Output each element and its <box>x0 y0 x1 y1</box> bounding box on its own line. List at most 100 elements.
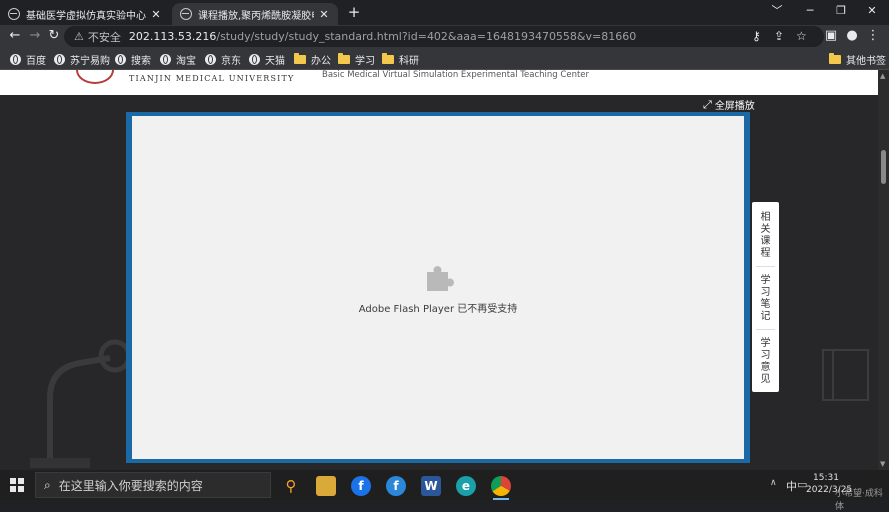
page-content: TIANJIN MEDICAL UNIVERSITY Basic Medical… <box>0 70 878 470</box>
university-logo[interactable] <box>76 70 114 84</box>
menu-icon[interactable]: ⋮ <box>864 27 882 45</box>
tab-title: 基础医学虚拟仿真实验中心-首页 <box>26 10 146 22</box>
search-icon: ⌕ <box>44 477 51 492</box>
security-label[interactable]: 不安全 <box>88 29 121 45</box>
bookmark-tmall[interactable]: 天猫 <box>249 51 285 67</box>
scroll-down-icon[interactable]: ▼ <box>880 460 885 468</box>
tray-overflow-icon[interactable]: ∧ <box>770 478 777 488</box>
windows-start-icon[interactable] <box>10 478 24 492</box>
tab-home[interactable]: 基础医学虚拟仿真实验中心-首页 ✕ <box>0 3 170 25</box>
plugin-puzzle-icon <box>427 266 454 291</box>
scroll-thumb[interactable] <box>881 150 886 184</box>
taskbar-search-box[interactable]: ⌕ 在这里输入你要搜索的内容 <box>35 472 271 498</box>
bookmark-label: 其他书签 <box>846 55 886 67</box>
book-decoration <box>822 349 869 401</box>
sidebar-icon[interactable]: ▣ <box>822 27 840 45</box>
fullscreen-icon: ⤢ <box>703 97 712 111</box>
app-icon[interactable]: f <box>386 476 406 496</box>
side-item-label: 学习意见 <box>760 338 771 385</box>
side-item-feedback[interactable]: 学习意见 <box>752 338 779 386</box>
bookmark-label: 百度 <box>26 55 46 67</box>
close-tab-icon[interactable]: ✕ <box>318 8 330 21</box>
bookmark-label: 淘宝 <box>176 55 196 67</box>
bookmark-label: 京东 <box>221 55 241 67</box>
file-explorer-icon[interactable] <box>316 476 336 496</box>
side-panel: 相关课程 学习笔记 学习意见 <box>752 202 779 392</box>
flash-player-area[interactable]: Adobe Flash Player 已不再受支持 <box>132 116 744 459</box>
search-app-icon[interactable]: ⚲ <box>281 476 301 496</box>
search-placeholder: 在这里输入你要搜索的内容 <box>58 478 203 493</box>
globe-icon <box>10 53 21 65</box>
fullscreen-button[interactable]: ⤢ 全屏播放 <box>703 97 755 113</box>
share-icon[interactable]: ⇪ <box>774 26 784 47</box>
divider <box>756 329 775 330</box>
flash-unsupported-message: Adobe Flash Player 已不再受支持 <box>358 304 518 315</box>
url-host: 202.113.53.216 <box>128 30 217 43</box>
side-item-label: 相关课程 <box>760 212 771 259</box>
close-window-button[interactable]: ✕ <box>857 0 887 22</box>
globe-icon <box>115 53 126 65</box>
folder-icon <box>338 52 350 64</box>
input-method-indicator[interactable]: 中 <box>786 478 797 494</box>
browser-toolbar: ← → ↻ ⚠ 不安全 202.113.53.216/study/study/s… <box>0 25 889 48</box>
side-item-label: 学习笔记 <box>760 275 771 322</box>
bookmark-baidu[interactable]: 百度 <box>10 51 46 67</box>
fullscreen-label: 全屏播放 <box>714 101 755 112</box>
center-name: Basic Medical Virtual Simulation Experim… <box>322 70 590 80</box>
forward-icon[interactable]: → <box>26 27 44 45</box>
video-player-frame: Adobe Flash Player 已不再受支持 <box>126 112 750 463</box>
other-bookmarks[interactable]: 其他书签 <box>829 51 886 67</box>
clock-time: 15:31 <box>813 473 839 483</box>
tab-course-player[interactable]: 课程播放,聚丙烯酰胺凝胶电泳 ✕ <box>172 3 338 25</box>
profile-icon[interactable]: ● <box>843 27 861 45</box>
minimize-button[interactable]: ─ <box>795 0 825 22</box>
folder-icon <box>294 52 306 64</box>
bookmark-jd[interactable]: 京东 <box>205 51 241 67</box>
chrome-icon[interactable] <box>491 476 511 500</box>
feishu-app-icon[interactable]: f <box>351 476 371 496</box>
side-item-related-courses[interactable]: 相关课程 <box>752 212 779 260</box>
tab-strip: 基础医学虚拟仿真实验中心-首页 ✕ 课程播放,聚丙烯酰胺凝胶电泳 ✕ + ﹀ ─… <box>0 0 889 25</box>
restore-button[interactable]: ❐ <box>826 0 856 22</box>
watermark: 小希望·成科体 <box>835 489 883 512</box>
site-header: TIANJIN MEDICAL UNIVERSITY Basic Medical… <box>0 70 878 95</box>
page-scrollbar[interactable]: ▲ ▼ <box>878 70 889 470</box>
back-icon[interactable]: ← <box>6 27 24 45</box>
tab-title: 课程播放,聚丙烯酰胺凝胶电泳 <box>198 10 314 22</box>
windows-taskbar: ⌕ 在这里输入你要搜索的内容 ⚲ f f W e ∧ 中 ▭ 15:31 202… <box>0 470 889 512</box>
edge-icon[interactable]: e <box>456 476 476 496</box>
globe-icon <box>54 53 65 65</box>
globe-icon <box>160 53 171 65</box>
bookmarks-bar: 百度 苏宁易购 搜索 淘宝 京东 天猫 办公 学习 科研 其他书签 <box>0 48 889 70</box>
lamp-decoration <box>30 339 132 468</box>
close-tab-icon[interactable]: ✕ <box>150 8 162 21</box>
folder-icon <box>382 52 394 64</box>
bookmark-label: 苏宁易购 <box>70 55 110 67</box>
reload-icon[interactable]: ↻ <box>45 27 63 45</box>
globe-icon <box>205 53 216 65</box>
new-tab-button[interactable]: + <box>345 3 363 21</box>
bookmark-label: 科研 <box>399 55 419 67</box>
bookmark-label: 天猫 <box>265 55 285 67</box>
word-icon[interactable]: W <box>421 476 441 496</box>
address-bar[interactable]: ⚠ 不安全 202.113.53.216/study/study/study_s… <box>64 26 824 47</box>
url-path: /study/study/study_standard.html?id=402&… <box>216 30 637 43</box>
bookmark-label: 学习 <box>355 55 375 67</box>
bookmark-folder-research[interactable]: 科研 <box>382 51 419 67</box>
key-icon[interactable]: ⚷ <box>752 26 761 47</box>
warning-icon[interactable]: ⚠ <box>74 30 84 43</box>
side-item-study-notes[interactable]: 学习笔记 <box>752 275 779 323</box>
tab-search-icon[interactable]: ﹀ <box>762 0 792 22</box>
folder-icon <box>829 52 841 64</box>
scroll-up-icon[interactable]: ▲ <box>880 72 885 80</box>
bookmark-suning[interactable]: 苏宁易购 <box>54 51 110 67</box>
bookmark-folder-office[interactable]: 办公 <box>294 51 331 67</box>
globe-icon <box>180 8 192 20</box>
bookmark-taobao[interactable]: 淘宝 <box>160 51 196 67</box>
globe-icon <box>8 8 20 20</box>
bookmark-search[interactable]: 搜索 <box>115 51 151 67</box>
divider <box>756 266 775 267</box>
bookmark-label: 办公 <box>311 55 331 67</box>
bookmark-folder-study[interactable]: 学习 <box>338 51 375 67</box>
bookmark-star-icon[interactable]: ☆ <box>796 26 807 47</box>
